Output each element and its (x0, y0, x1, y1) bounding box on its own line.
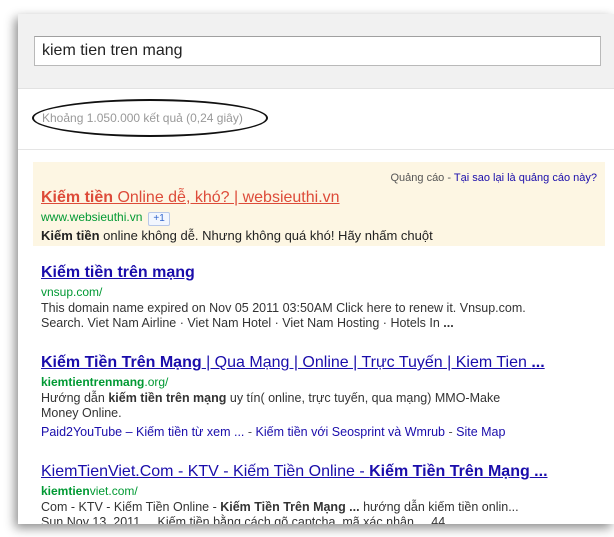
result-title-bold: Kiếm tiền trên mạng (41, 264, 195, 281)
result-url: vnsup.com/ (41, 285, 103, 299)
result-title-link[interactable]: Kiếm tiền trên mạng (41, 264, 601, 282)
ad-header-sep: - (444, 172, 454, 184)
result-snippet: Hướng dẫn kiếm tiền trên mạng uy tín( on… (41, 391, 601, 421)
sitelink-site-map[interactable]: Site Map (456, 425, 505, 439)
result-url-rest: .org/ (144, 375, 169, 389)
result-url: kiemtientrenmang.org/ (41, 375, 601, 389)
plus-one-button[interactable]: +1 (148, 212, 170, 226)
result-title-ellipsis: ... (531, 354, 545, 371)
ad-title-bold: Kiếm tiền (41, 189, 114, 206)
snippet-part-bold: kiếm tiền trên mạng (108, 391, 227, 405)
sitelink-seosprint[interactable]: Kiếm tiền với Seosprint và Wmrub (256, 425, 446, 439)
snippet-part-bold: Kiếm Tiền Trên Mạng ... (220, 500, 360, 514)
snippet-line-1: Hướng dẫn kiếm tiền trên mạng uy tín( on… (41, 391, 601, 406)
search-result-3: KiemTienViet.Com - KTV - Kiếm Tiền Onlin… (41, 463, 601, 524)
sitelink-paid2youtube[interactable]: Paid2YouTube – Kiếm tiền từ xem ... (41, 425, 244, 439)
sitelink-sep: - (445, 425, 457, 439)
snippet-part-a: Com - KTV - Kiếm Tiền Online - (41, 500, 221, 514)
result-title-ellipsis: ... (529, 463, 548, 480)
result-title-rest: | Qua Mạng | Online | Trực Tuyến | Kiem … (201, 354, 532, 371)
ad-snippet: Kiếm tiền online không dễ. Nhưng không q… (41, 228, 433, 243)
result-stats-row: Khoảng 1.050.000 kết quả (0,24 giây) (18, 89, 614, 150)
screenshot-card: kiem tien tren mang Khoảng 1.050.000 kết… (18, 14, 614, 524)
sitelink-sep: - (244, 425, 256, 439)
result-url: kiemtienviet.com/ (41, 484, 601, 498)
snippet-part-a: Hướng dẫn (41, 391, 109, 405)
result-title-bold: Kiếm Tiền Trên Mạng (41, 354, 202, 371)
snippet-line-1: This domain name expired on Nov 05 2011 … (41, 301, 526, 315)
snippet-line-2: Search. Viet Nam Airline · Viet Nam Hote… (41, 316, 601, 331)
search-result-2: Kiếm Tiền Trên Mạng | Qua Mạng | Online … (41, 354, 601, 439)
snippet-ellipsis: ... (443, 316, 454, 330)
result-title-bold: Kiếm Tiền Trên Mạng (369, 463, 530, 480)
sitelinks: Paid2YouTube – Kiếm tiền từ xem ... - Ki… (41, 425, 601, 439)
result-url-rest: viet.com/ (89, 484, 138, 498)
why-this-ad-link[interactable]: Tại sao lại là quảng cáo này? (454, 172, 597, 184)
search-result-1: Kiếm tiền trên mạng vnsup.com/ This doma… (41, 264, 601, 331)
ad-snippet-bold: Kiếm tiền (41, 228, 100, 243)
snippet-line-2: Money Online. (41, 406, 122, 420)
ad-header: Quảng cáo - Tại sao lại là quảng cáo này… (390, 172, 597, 184)
snippet-line-1: Com - KTV - Kiếm Tiền Online - Kiếm Tiền… (41, 500, 601, 515)
result-title-link[interactable]: Kiếm Tiền Trên Mạng | Qua Mạng | Online … (41, 354, 601, 372)
ad-url-line: www.websieuthi.vn +1 (41, 210, 170, 226)
result-title-link[interactable]: KiemTienViet.Com - KTV - Kiếm Tiền Onlin… (41, 463, 601, 481)
snippet-part-c: hướng dẫn kiếm tiền onlin... (359, 500, 519, 514)
snippet-line-2-text: Search. Viet Nam Airline · Viet Nam Hote… (41, 316, 444, 330)
ad-title-link[interactable]: Kiếm tiền Online dễ, khó? | websieuthi.v… (41, 189, 340, 207)
result-title-a: KiemTienViet.Com - KTV - Kiếm Tiền Onlin… (41, 463, 370, 480)
result-snippet: Com - KTV - Kiếm Tiền Online - Kiếm Tiền… (41, 500, 601, 524)
result-url-bold: kiemtientrenmang (41, 375, 145, 389)
search-query: kiem tien tren mang (42, 42, 183, 59)
ad-snippet-rest: online không dễ. Nhưng không quá khó! Hã… (99, 228, 433, 243)
ad-block: Quảng cáo - Tại sao lại là quảng cáo này… (33, 162, 605, 246)
result-url-bold: kiemtien (41, 484, 90, 498)
ad-url: www.websieuthi.vn (41, 210, 143, 224)
search-header: kiem tien tren mang (18, 14, 614, 89)
result-snippet: This domain name expired on Nov 05 2011 … (41, 301, 601, 331)
ad-label: Quảng cáo (390, 172, 445, 184)
search-input[interactable]: kiem tien tren mang (34, 36, 601, 66)
snippet-line-2: Sun Nov 13, 2011 ... Kiếm tiền bằng cách… (41, 515, 460, 524)
ad-title-rest: Online dễ, khó? | websieuthi.vn (113, 189, 340, 206)
result-stats: Khoảng 1.050.000 kết quả (0,24 giây) (42, 111, 243, 125)
snippet-part-c: uy tín( online, trực tuyến, qua mạng) MM… (226, 391, 501, 405)
